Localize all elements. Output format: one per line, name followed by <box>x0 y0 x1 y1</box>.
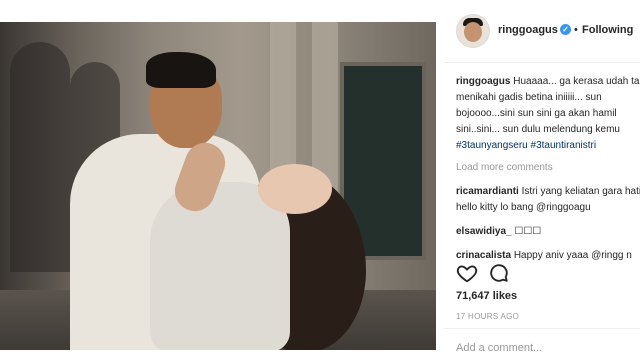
post-timestamp: 17 HOURS AGO <box>456 312 520 321</box>
avatar-face <box>464 22 482 42</box>
post-photo[interactable] <box>0 22 436 350</box>
load-more-comments-button[interactable]: Load more comments <box>456 160 640 176</box>
comment-item: elsawidiya_ ☐☐☐ <box>456 224 640 240</box>
comment-text: ☐☐☐ <box>514 226 542 237</box>
photo-woman-face <box>258 164 332 214</box>
comment-bubble-icon[interactable] <box>488 262 510 284</box>
post-sidebar: ringgoagus ✓ • Following ringgoagus Huaa… <box>444 0 640 360</box>
verified-badge-icon: ✓ <box>560 24 571 35</box>
comment-username[interactable]: crinacalista <box>456 250 511 260</box>
caption-username[interactable]: ringgoagus <box>456 76 510 87</box>
comment-item: ricamardianti Istri yang keliatan gara h… <box>456 184 640 216</box>
instagram-post: ringgoagus ✓ • Following ringgoagus Huaa… <box>0 0 640 360</box>
post-caption: ringgoagus Huaaaa... ga kerasa udah taun… <box>456 74 640 154</box>
post-header: ringgoagus ✓ • Following <box>444 0 640 63</box>
header-username[interactable]: ringgoagus <box>498 24 558 36</box>
comment-item: crinacalista Happy aniv yaaa @ringg n @s… <box>456 248 640 260</box>
heart-outline-icon[interactable] <box>456 262 478 284</box>
photo-arch <box>10 42 70 272</box>
following-button[interactable]: Following <box>582 24 633 36</box>
caption-hashtags[interactable]: #3taunyangseru #3tauntiranistri <box>456 140 596 151</box>
divider <box>444 328 640 329</box>
likes-count[interactable]: 71,647 likes <box>456 290 517 302</box>
add-comment-input[interactable]: Add a comment... <box>456 342 542 354</box>
post-actions <box>456 262 640 284</box>
comments-list: ringgoagus Huaaaa... ga kerasa udah taun… <box>456 74 640 260</box>
header-separator: • <box>574 24 578 36</box>
comment-username[interactable]: elsawidiya_ <box>456 226 512 237</box>
comment-username[interactable]: ricamardianti <box>456 186 519 197</box>
photo-man-hair <box>146 52 216 88</box>
avatar[interactable] <box>456 14 490 48</box>
